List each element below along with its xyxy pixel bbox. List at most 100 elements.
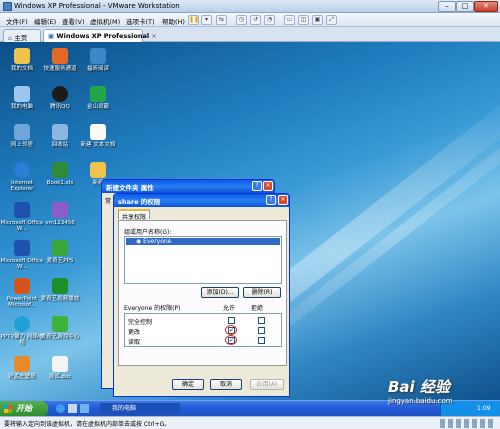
status-bar: 要将输入定向到该虚拟机，请在虚拟机内部单击或按 Ctrl+G。 [0, 416, 500, 429]
deny-column-header: 拒绝 [251, 305, 264, 312]
share-dialog-title: share 的权限 [114, 194, 289, 207]
ie-icon [14, 162, 30, 178]
menu-vm[interactable]: 虚拟机(M) [90, 16, 120, 26]
allow-full-control-checkbox[interactable] [228, 317, 235, 324]
device-icons[interactable] [440, 419, 496, 428]
watermark-url: jingyan.baidu.com [388, 397, 453, 405]
folder-icon [14, 48, 30, 64]
desktop-icon-iqiyi-pps[interactable]: 爱奇艺PPS [38, 240, 82, 264]
iqiyi-icon [52, 278, 68, 294]
excel-icon [52, 162, 68, 178]
menu-help[interactable]: 帮助(H) [162, 16, 185, 26]
perm-full-control: 完全控制 [128, 319, 153, 326]
home-icon: ⌂ [8, 34, 13, 42]
pause-icon[interactable]: ❚❚ [188, 15, 199, 25]
snapshot-icon[interactable]: ◷ [236, 15, 247, 25]
tab-home[interactable]: ⌂ 主页 [3, 29, 41, 42]
close-tab-icon[interactable]: × [151, 32, 156, 40]
remove-button[interactable]: 删除(R) [243, 287, 281, 298]
properties-dialog-title: 新建文件夹 属性 [102, 180, 274, 193]
gamepad-icon [52, 316, 68, 332]
allow-column-header: 允许 [223, 305, 236, 312]
window-titlebar: Windows XP Professional - VMware Worksta… [0, 0, 500, 13]
cancel-button[interactable]: 取消 [210, 379, 242, 390]
vm-icon: ▣ [48, 32, 55, 40]
desktop-icon-iqiyi-player[interactable]: 爱奇艺视频播放 [38, 278, 82, 302]
guest-desktop[interactable]: 我的文档 我的电脑 网上邻居 Internet Explorer Microso… [0, 42, 500, 416]
menu-view[interactable]: 查看(V) [62, 16, 85, 26]
tab-windows-xp[interactable]: ▣ Windows XP Professional × [43, 29, 157, 42]
menubar: 文件(F) 编辑(E) 查看(V) 虚拟机(M) 选项卡(T) 帮助(H) ❚❚… [0, 13, 500, 27]
annotation-circle [225, 335, 237, 345]
desktop-icon-iqiyi-games[interactable]: 爱奇艺游戏中心 [38, 316, 82, 340]
minimize-button[interactable]: – [438, 1, 456, 12]
foxit-icon [90, 48, 106, 64]
close-button[interactable]: ✕ [474, 1, 498, 12]
pptv-icon [14, 316, 30, 332]
send-keys-icon[interactable]: ⇆ [216, 15, 227, 25]
console-view-icon[interactable]: ▣ [312, 15, 323, 25]
perm-change: 更改 [128, 329, 141, 336]
deny-change-checkbox[interactable] [258, 327, 265, 334]
tab-share-permissions[interactable]: 共享权限 [118, 209, 151, 221]
stretch-icon[interactable]: ⤢ [326, 15, 337, 25]
windows-logo-icon [4, 405, 12, 413]
tab-bar: ⌂ 主页 ▣ Windows XP Professional × [0, 27, 500, 42]
annotation-circle [225, 325, 237, 335]
folder-icon [90, 162, 106, 178]
recycle-bin-icon [52, 124, 68, 140]
text-file-icon [90, 124, 106, 140]
apply-button[interactable]: 应用(A) [250, 379, 284, 390]
menu-tabs[interactable]: 选项卡(T) [126, 16, 155, 26]
help-button[interactable]: ? [252, 181, 262, 191]
desktop-icon-kingsoft[interactable]: 金山词霸 [76, 86, 120, 110]
window-title: Windows XP Professional - VMware Worksta… [14, 2, 180, 10]
permissions-label: Everyone 的权限(P) [124, 305, 181, 312]
powerpoint-icon [14, 278, 30, 294]
group-label: 组或用户名称(G): [124, 229, 172, 236]
ie-quicklaunch-icon[interactable] [56, 404, 65, 413]
qq-icon [52, 86, 68, 102]
share-permissions-dialog: share 的权限 ? ✕ 共享权限 组或用户名称(G): ◉ Everyone… [113, 193, 290, 397]
iqiyi-icon [52, 240, 68, 256]
start-button[interactable]: 开始 [0, 401, 48, 416]
add-button[interactable]: 添加(D)... [201, 287, 239, 298]
show-desktop-icon[interactable] [68, 404, 77, 413]
tab-hint[interactable]: 常 [105, 196, 111, 205]
deny-full-control-checkbox[interactable] [258, 317, 265, 324]
full-screen-icon[interactable]: ▭ [284, 15, 295, 25]
close-button[interactable]: ✕ [263, 181, 273, 191]
kingsoft-icon [90, 86, 106, 102]
taskbar-item-my-computer[interactable]: 我的电脑 [100, 403, 180, 415]
menu-file[interactable]: 文件(F) [6, 16, 28, 26]
ok-button[interactable]: 确定 [172, 379, 204, 390]
deny-read-checkbox[interactable] [258, 337, 265, 344]
unity-icon[interactable]: ◫ [298, 15, 309, 25]
desktop-icon-test-doc[interactable]: 测试.doc [38, 356, 82, 380]
computer-icon [14, 86, 30, 102]
watermark-brand: Bai 经验 [388, 378, 450, 396]
baidu-watermark: Bai 经验 jingyan.baidu.com [388, 376, 498, 414]
menu-edit[interactable]: 编辑(E) [34, 16, 56, 26]
network-icon [14, 124, 30, 140]
perm-read: 读取 [128, 339, 141, 346]
revert-snapshot-icon[interactable]: ↺ [250, 15, 261, 25]
desktop-icon-foxit[interactable]: 福昕阅读 [76, 48, 120, 72]
dropdown-icon[interactable]: ▾ [201, 15, 212, 25]
user-list[interactable]: ◉ Everyone [124, 236, 282, 284]
status-text: 要将输入定向到该虚拟机，请在虚拟机内部单击或按 Ctrl+G。 [4, 421, 171, 428]
permissions-table: 完全控制 更改 ✓ 读取 ✓ [124, 313, 282, 347]
tab-panel: 组或用户名称(G): ◉ Everyone 添加(D)... 删除(R) Eve… [118, 220, 287, 366]
media-player-icon[interactable] [80, 404, 89, 413]
maximize-button[interactable]: □ [456, 1, 474, 12]
wallpaper-icon [14, 356, 30, 372]
user-row-everyone[interactable]: ◉ Everyone [126, 238, 280, 245]
help-button[interactable]: ? [266, 195, 276, 205]
desktop-icon-vm123456[interactable]: vm123456 [38, 202, 82, 226]
close-button[interactable]: ✕ [278, 195, 288, 205]
file-icon [52, 202, 68, 218]
vmware-icon [3, 2, 12, 11]
word-icon [14, 240, 30, 256]
desktop-icon-new-text[interactable]: 新建 文本文档 [76, 124, 120, 148]
snapshot-manager-icon[interactable]: ◔ [264, 15, 275, 25]
